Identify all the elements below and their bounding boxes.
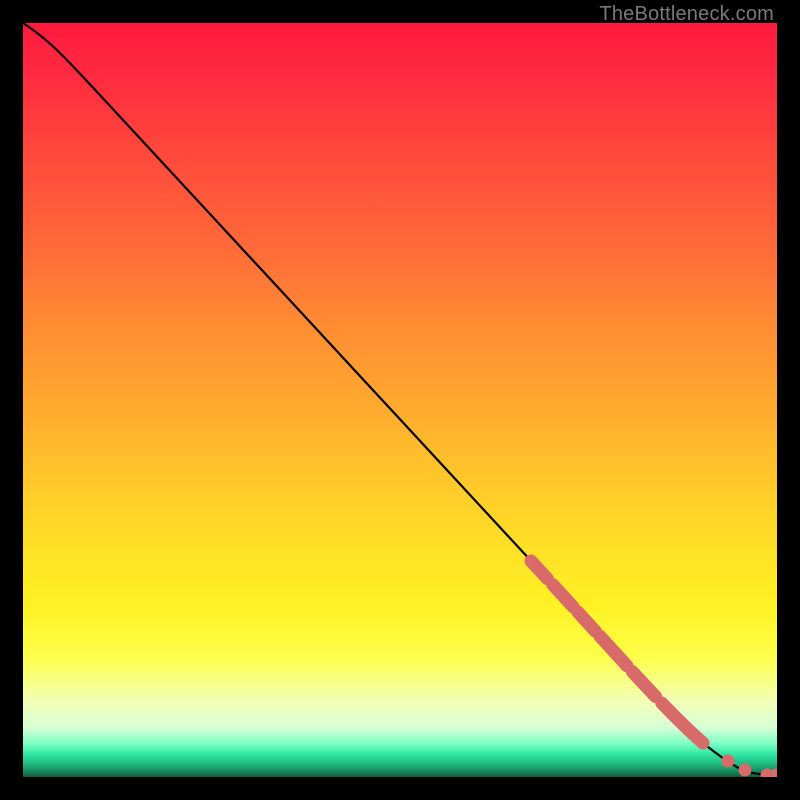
marker-dot [722, 755, 735, 768]
attribution-text: TheBottleneck.com [599, 3, 774, 26]
marker-dot [739, 764, 752, 777]
curve-line [23, 23, 777, 775]
chart-frame: TheBottleneck.com [0, 0, 800, 800]
chart-svg [23, 23, 777, 777]
marker-thick-segment [531, 561, 703, 743]
plot-area [23, 23, 777, 777]
